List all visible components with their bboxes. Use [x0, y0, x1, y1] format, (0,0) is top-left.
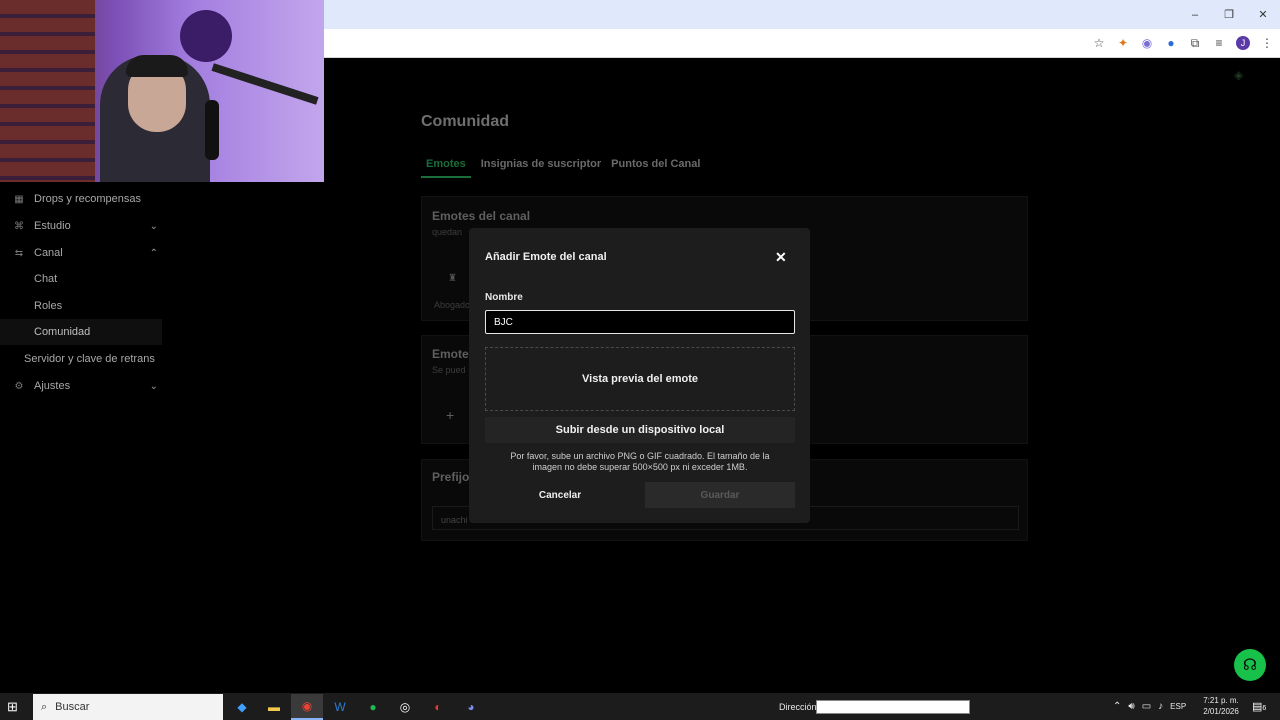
taskbar-search[interactable]: ⌕ Buscar — [33, 694, 223, 720]
add-emote-dialog: Añadir Emote del canal ✕ Nombre Vista pr… — [469, 228, 810, 523]
obs-icon[interactable]: ◎ — [389, 694, 421, 720]
cancel-button[interactable]: Cancelar — [485, 482, 635, 508]
taskbar: ⊞ ⌕ Buscar ◆ ▬ ◉ W ● ◎ ◐ ◕ Dirección ⌃ 🔊… — [0, 693, 1280, 720]
windows-start-icon[interactable]: ⊞ — [7, 699, 18, 715]
clock[interactable]: 7:21 p. m. 2/01/2026 — [1198, 695, 1244, 717]
puzzle-icon[interactable]: ⧉ — [1188, 36, 1202, 50]
recording-app-icon[interactable]: ◐ — [422, 694, 454, 720]
name-label: Nombre — [485, 292, 523, 303]
address-toolbar-input[interactable] — [816, 700, 970, 714]
language-indicator[interactable]: ESP — [1170, 702, 1186, 711]
support-chat-button[interactable]: ☊ — [1234, 649, 1266, 681]
extension-icon[interactable]: ● — [1164, 36, 1178, 50]
save-button[interactable]: Guardar — [645, 482, 795, 508]
headset-icon: ☊ — [1242, 657, 1258, 674]
search-icon: ⌕ — [41, 700, 48, 713]
system-tray: ⌃ 🔊︎ ▭ ♪ ESP — [1113, 693, 1186, 720]
close-window-button[interactable]: ✕ — [1246, 0, 1280, 29]
search-placeholder: Buscar — [55, 701, 90, 713]
clock-date: 2/01/2026 — [1203, 707, 1239, 716]
discord-icon[interactable]: ◕ — [455, 694, 487, 720]
close-icon[interactable]: ✕ — [775, 249, 787, 266]
emote-preview-area[interactable]: Vista previa del emote — [485, 347, 795, 411]
notification-icon[interactable]: ▤6 — [1252, 700, 1266, 713]
window-controls: – ❐ ✕ — [1178, 0, 1280, 29]
chrome-icon[interactable]: ◉ — [291, 694, 323, 720]
chevron-up-icon[interactable]: ⌃ — [1113, 701, 1121, 712]
wall-decoration — [180, 10, 232, 62]
toolbar-icons: ☆ ✦ ◉ ● ⧉ ≡ J ⋮ — [1092, 29, 1274, 57]
emote-name-input[interactable] — [485, 310, 795, 334]
address-bar[interactable] — [324, 33, 1090, 53]
browser-title-bar — [324, 0, 1280, 29]
minimize-button[interactable]: – — [1178, 0, 1212, 29]
upload-local-button[interactable]: Subir desde un dispositivo local — [485, 417, 795, 443]
copilot-icon[interactable]: ◆ — [226, 694, 258, 720]
spotify-icon[interactable]: ● — [357, 694, 389, 720]
menu-icon[interactable]: ⋮ — [1260, 36, 1274, 50]
extension-icon[interactable]: ◉ — [1140, 36, 1154, 50]
profile-avatar[interactable]: J — [1236, 36, 1250, 50]
metamask-icon[interactable]: ✦ — [1116, 36, 1130, 50]
dialog-title: Añadir Emote del canal — [485, 251, 607, 263]
network-icon[interactable]: ▭ — [1142, 701, 1151, 712]
maximize-button[interactable]: ❐ — [1212, 0, 1246, 29]
notification-count: 6 — [1262, 705, 1267, 712]
upload-help-text: Por favor, sube un archivo PNG o GIF cua… — [510, 451, 770, 472]
star-icon[interactable]: ☆ — [1092, 36, 1106, 50]
file-explorer-icon[interactable]: ▬ — [258, 694, 290, 720]
clock-time: 7:21 p. m. — [1203, 696, 1239, 705]
preview-label: Vista previa del emote — [582, 373, 698, 385]
word-icon[interactable]: W — [324, 694, 356, 720]
microphone-icon[interactable]: ♪ — [1158, 701, 1163, 712]
media-icon[interactable]: ≡ — [1212, 36, 1226, 50]
address-toolbar-label: Dirección — [779, 702, 817, 712]
volume-icon[interactable]: 🔊︎ — [1128, 701, 1134, 712]
